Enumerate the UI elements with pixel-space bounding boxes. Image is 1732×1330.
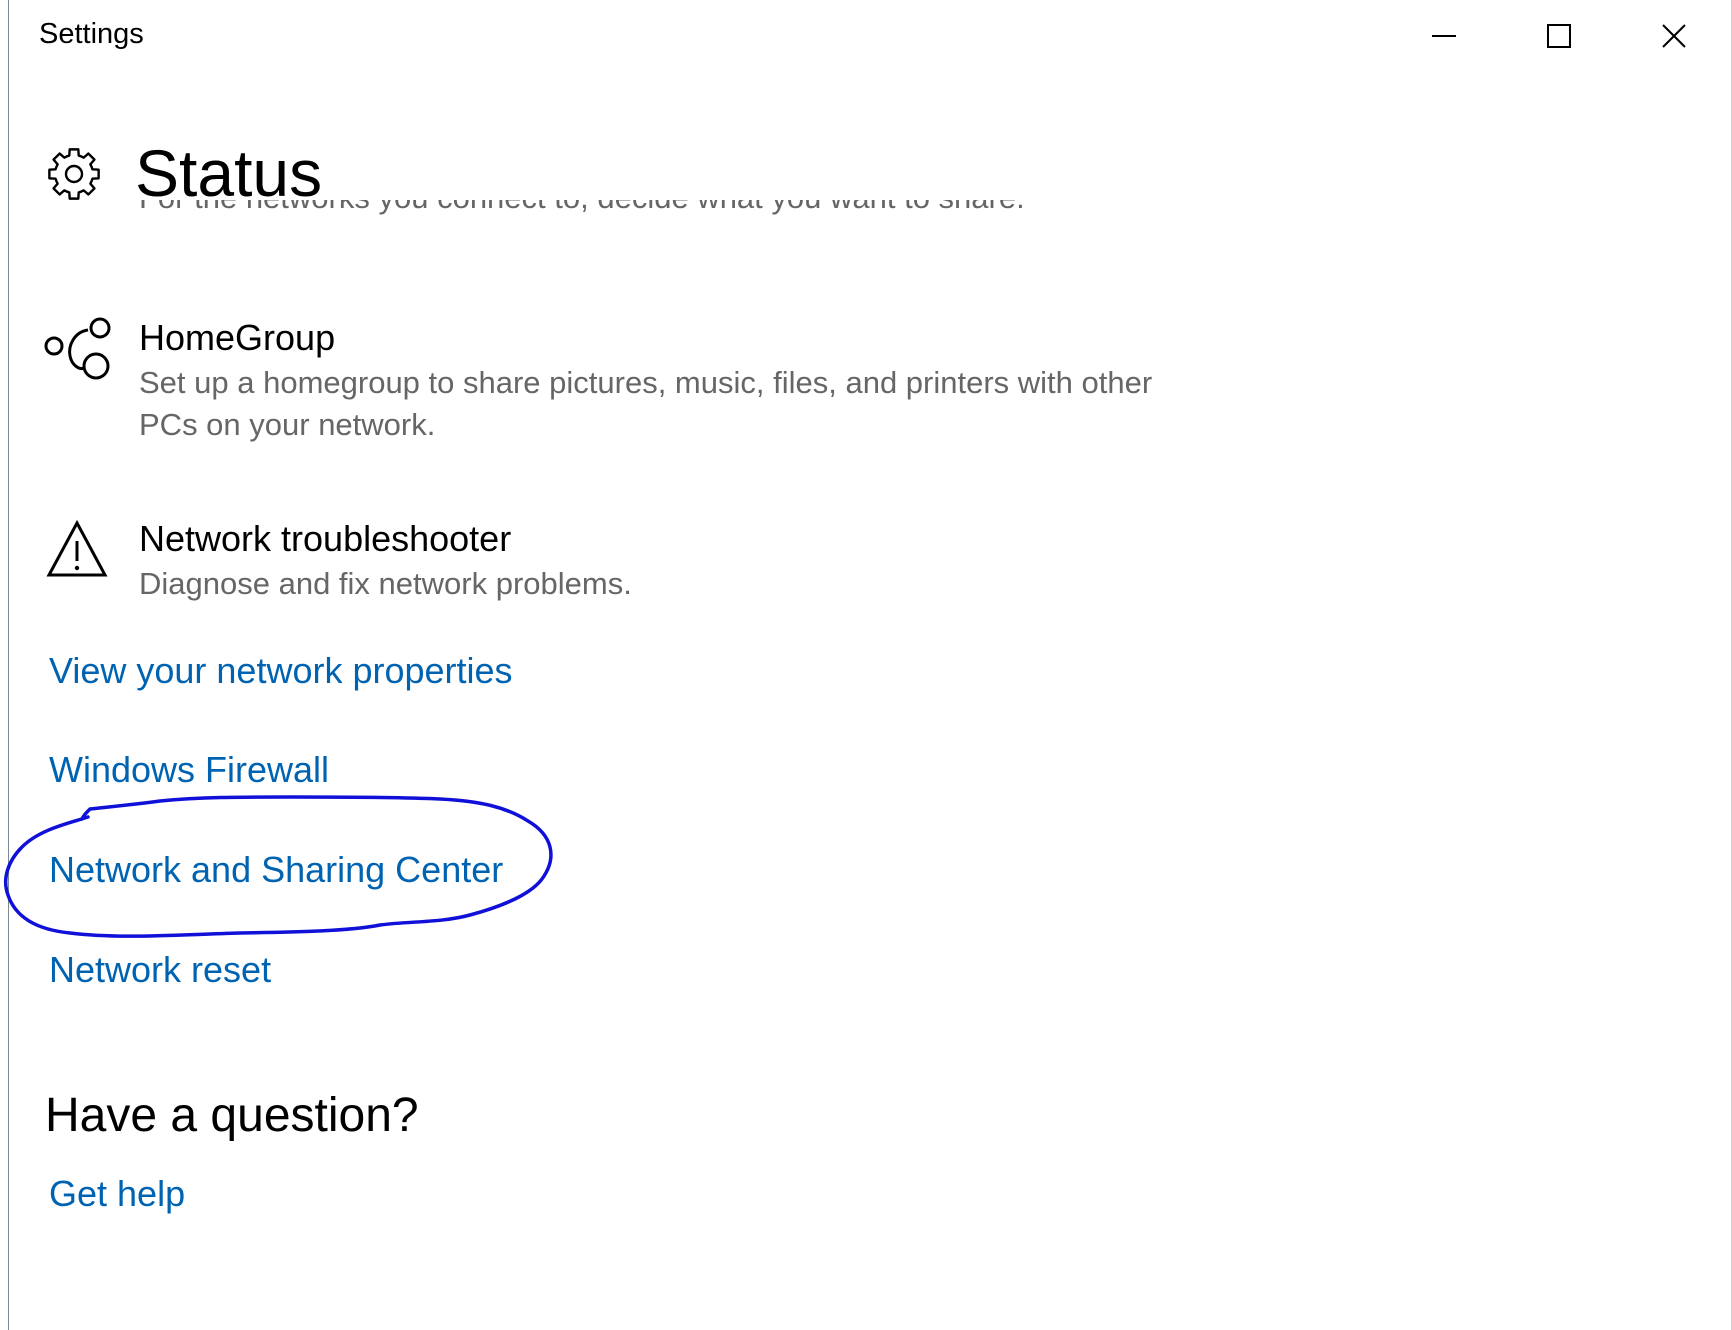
clipped-description-text: For the networks you connect to, decide … — [139, 200, 1025, 218]
homegroup-description: Set up a homegroup to share pictures, mu… — [139, 365, 1153, 442]
gear-icon — [48, 148, 100, 200]
maximize-button[interactable] — [1501, 0, 1616, 72]
maximize-icon — [1546, 24, 1571, 48]
minimize-icon — [1431, 35, 1456, 37]
windows-firewall-link[interactable]: Windows Firewall — [49, 748, 329, 792]
network-troubleshooter-description: Diagnose and fix network problems. — [139, 566, 632, 601]
homegroup-icon — [44, 317, 111, 380]
warning-icon — [46, 519, 108, 577]
network-and-sharing-center-link[interactable]: Network and Sharing Center — [49, 848, 503, 892]
close-button[interactable] — [1616, 0, 1731, 72]
clipped-description: For the networks you connect to, decide … — [139, 200, 1139, 240]
network-reset-link[interactable]: Network reset — [49, 948, 271, 992]
window-title: Settings — [39, 18, 144, 50]
get-help-link[interactable]: Get help — [49, 1172, 185, 1216]
window-left-border — [8, 0, 9, 1330]
minimize-button[interactable] — [1386, 0, 1501, 72]
close-icon — [1661, 24, 1686, 48]
settings-window: Settings Status For the networks you con… — [0, 0, 1732, 1330]
network-troubleshooter-title: Network troubleshooter — [139, 518, 512, 559]
help-section-heading: Have a question? — [45, 1089, 419, 1142]
view-network-properties-link[interactable]: View your network properties — [49, 649, 513, 693]
homegroup-title: HomeGroup — [139, 317, 336, 358]
